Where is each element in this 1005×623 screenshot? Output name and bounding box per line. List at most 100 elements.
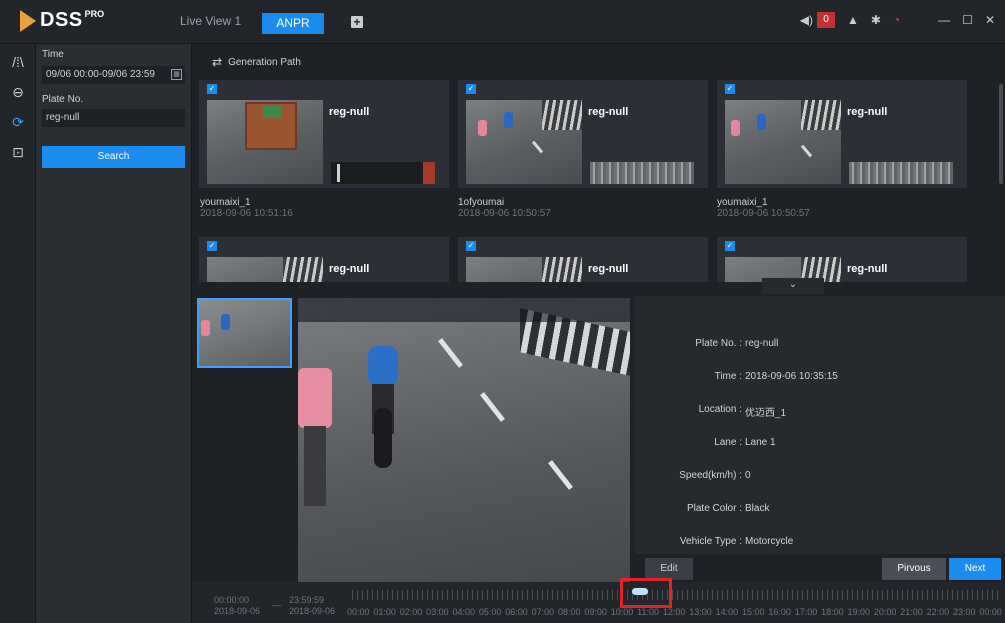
gear-icon[interactable]: ✱ bbox=[871, 13, 881, 27]
generation-path-label: Generation Path bbox=[228, 56, 301, 68]
collapse-detail-button[interactable]: ⌄ bbox=[762, 278, 824, 294]
lane-mark bbox=[800, 144, 813, 158]
hour-label: 10:00 bbox=[610, 607, 634, 617]
field-key: Location : bbox=[698, 404, 742, 415]
hour-label: 02:00 bbox=[399, 607, 423, 617]
edit-button[interactable]: Edit bbox=[645, 558, 693, 580]
time-range-value: 09/06 00:00-09/06 23:59 bbox=[46, 69, 155, 80]
field-value: 优迈西_1 bbox=[745, 408, 787, 419]
add-tab-icon[interactable]: + bbox=[351, 16, 363, 28]
search-panel: Time 09/06 00:00-09/06 23:59 ▦ Plate No.… bbox=[36, 44, 192, 623]
pedestrian-legs bbox=[304, 426, 326, 506]
capture-thumbnail[interactable] bbox=[207, 100, 323, 184]
card-checkbox[interactable]: ✓ bbox=[725, 241, 735, 251]
path-icon: ⇄ bbox=[212, 55, 223, 69]
card-checkbox[interactable]: ✓ bbox=[725, 84, 735, 94]
generation-path-button[interactable]: ⇄ Generation Path bbox=[212, 55, 301, 69]
minimize-icon[interactable]: — bbox=[938, 13, 950, 27]
field-value: Lane 1 bbox=[745, 437, 776, 448]
card-checkbox[interactable]: ✓ bbox=[466, 241, 476, 251]
road-icon[interactable]: /⁞\ bbox=[0, 50, 36, 74]
hour-label: 00:00 bbox=[347, 607, 370, 617]
speedometer-icon[interactable]: ◔ bbox=[893, 13, 900, 27]
hour-label: 15:00 bbox=[741, 607, 765, 617]
truck-cargo bbox=[263, 106, 281, 118]
capture-thumbnail[interactable] bbox=[725, 100, 841, 184]
hour-label: 05:00 bbox=[478, 607, 502, 617]
plate-text: reg-null bbox=[329, 106, 370, 118]
hour-label: 18:00 bbox=[821, 607, 844, 617]
field-value: Motorcycle bbox=[745, 536, 794, 547]
card-checkbox[interactable]: ✓ bbox=[466, 84, 476, 94]
time-range-field[interactable]: 09/06 00:00-09/06 23:59 ▦ bbox=[42, 66, 185, 84]
end-date: 2018-09-06 bbox=[289, 606, 336, 616]
hour-label: 04:00 bbox=[452, 607, 476, 617]
user-icon[interactable]: ▲ bbox=[847, 13, 859, 27]
guard-rail bbox=[283, 257, 323, 282]
tab-live-view-1[interactable]: Live View 1 bbox=[180, 14, 241, 28]
capture-card[interactable]: ✓ reg-null bbox=[199, 237, 449, 282]
timeline-hour-labels: 00:00 01:00 02:00 03:00 04:00 05:00 06:0… bbox=[347, 607, 1002, 617]
close-icon[interactable]: ✕ bbox=[985, 13, 995, 27]
capture-card[interactable]: ✓ reg-null bbox=[717, 237, 967, 282]
card-checkbox[interactable]: ✓ bbox=[207, 84, 217, 94]
hour-label: 11:00 bbox=[637, 607, 659, 617]
capture-thumbnail[interactable] bbox=[207, 257, 323, 282]
start-time: 00:00:00 bbox=[214, 595, 250, 605]
steering-wheel-icon[interactable]: ⊖ bbox=[0, 80, 36, 104]
rider-shape bbox=[221, 314, 230, 330]
rider-shape bbox=[757, 114, 766, 130]
plate-image bbox=[849, 162, 953, 184]
capture-time: 2018-09-06 10:51:16 bbox=[200, 208, 293, 219]
range-dash: — bbox=[272, 600, 281, 610]
timeline-ticks[interactable] bbox=[352, 590, 1002, 600]
lane-mark bbox=[548, 460, 573, 490]
field-value: Black bbox=[745, 503, 770, 514]
plate-text: reg-null bbox=[588, 106, 629, 118]
alarm-count-badge[interactable]: 0 bbox=[816, 12, 835, 28]
maximize-icon[interactable]: ☐ bbox=[962, 13, 973, 27]
plate-label: Plate No. bbox=[42, 94, 84, 105]
capture-card[interactable]: ✓ reg-null bbox=[458, 80, 708, 188]
guard-rail bbox=[542, 100, 582, 130]
capture-image-large bbox=[298, 298, 630, 583]
guard-rail bbox=[542, 257, 582, 282]
card-checkbox[interactable]: ✓ bbox=[207, 241, 217, 251]
detail-panel: Plate No. : reg-null Time : 2018-09-06 1… bbox=[192, 296, 1005, 623]
route-icon[interactable]: ⟳ bbox=[0, 110, 36, 134]
hour-label: 00:00 bbox=[979, 607, 1002, 617]
calendar-icon[interactable]: ▦ bbox=[171, 69, 182, 80]
pedestrian-shape bbox=[298, 368, 332, 428]
plate-no-input[interactable]: reg-null bbox=[42, 109, 185, 127]
results-scrollbar[interactable] bbox=[999, 84, 1003, 184]
next-button[interactable]: Next bbox=[949, 558, 1001, 580]
hour-label: 22:00 bbox=[926, 607, 950, 617]
capture-card[interactable]: ✓ reg-null bbox=[458, 237, 708, 282]
plate-text: reg-null bbox=[329, 263, 370, 275]
selected-thumbnail[interactable] bbox=[197, 298, 292, 368]
plate-text: reg-null bbox=[847, 106, 888, 118]
speaker-icon[interactable]: ◀) bbox=[800, 13, 813, 27]
field-value: 2018-09-06 10:35:15 bbox=[745, 371, 838, 382]
previous-button[interactable]: Pirvous bbox=[882, 558, 946, 580]
chevron-down-icon: ⌄ bbox=[788, 279, 798, 290]
capture-thumbnail[interactable] bbox=[466, 100, 582, 184]
capture-card[interactable]: ✓ reg-null bbox=[717, 80, 967, 188]
search-button[interactable]: Search bbox=[42, 146, 185, 168]
lane-mark bbox=[531, 140, 544, 154]
brand-name: DSS bbox=[40, 9, 83, 31]
hour-label: 12:00 bbox=[662, 607, 686, 617]
hour-label: 01:00 bbox=[373, 607, 396, 617]
hour-label: 23:00 bbox=[952, 607, 976, 617]
capture-name: youmaixi_1 bbox=[717, 197, 768, 208]
title-bar: DSS PRO Live View 1 ANPR + ◀) 0 ▲ ✱ ◔ — … bbox=[0, 0, 1005, 44]
capture-time: 2018-09-06 10:50:57 bbox=[458, 208, 551, 219]
capture-card[interactable]: ✓ reg-null bbox=[199, 80, 449, 188]
end-time: 23:59:59 bbox=[289, 595, 325, 605]
camera-capture-icon[interactable]: ⊡ bbox=[0, 140, 36, 164]
hour-label: 17:00 bbox=[794, 607, 818, 617]
timeline-bar[interactable]: 00:00:00 2018-09-06 — 23:59:59 2018-09-0… bbox=[192, 578, 1005, 623]
capture-thumbnail[interactable] bbox=[466, 257, 582, 282]
tab-anpr[interactable]: ANPR bbox=[262, 13, 324, 34]
lane-mark bbox=[480, 392, 505, 422]
